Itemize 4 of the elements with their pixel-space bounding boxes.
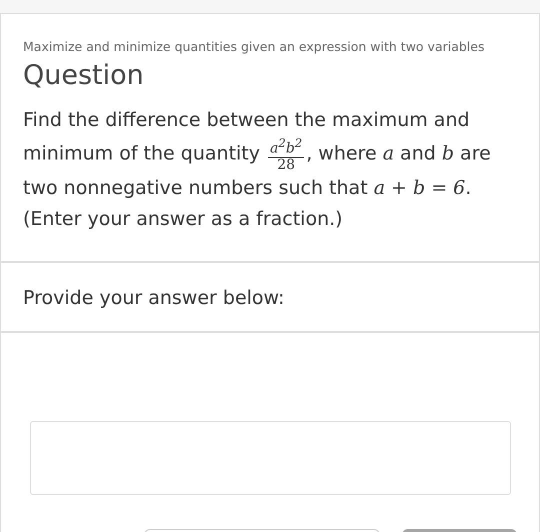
topic-subtitle: Maximize and minimize quantities given an expression with two variables xyxy=(23,38,486,56)
answer-field[interactable] xyxy=(30,420,511,495)
question-heading: Question xyxy=(23,60,145,91)
answer-prompt: Provide your answer below: xyxy=(23,286,286,309)
